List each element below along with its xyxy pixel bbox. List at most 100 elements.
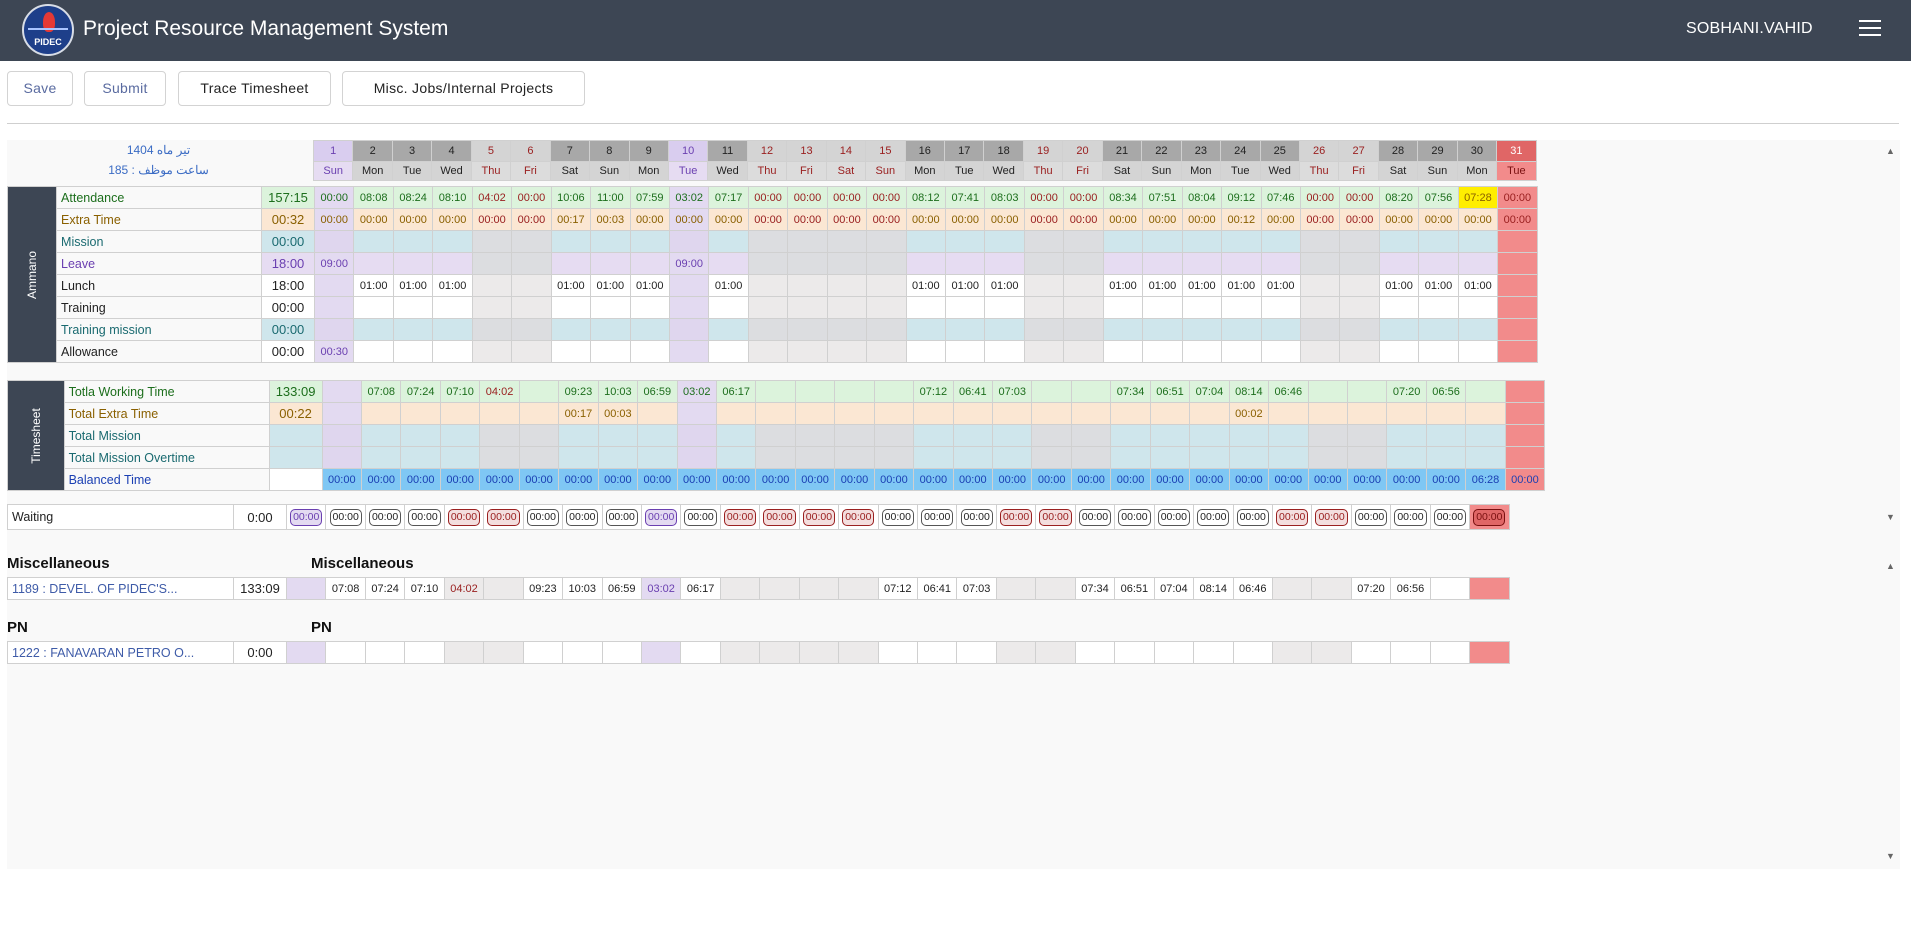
- day-cell[interactable]: [392, 252, 434, 275]
- waiting-cell[interactable]: 00:00: [601, 504, 642, 530]
- day-cell[interactable]: 01:00: [945, 274, 986, 297]
- waiting-cell[interactable]: 00:00: [483, 504, 524, 530]
- project-day-cell[interactable]: [1114, 641, 1155, 664]
- day-cell[interactable]: 01:00: [1378, 274, 1420, 297]
- project-day-cell[interactable]: 07:20: [1350, 577, 1392, 600]
- day-cell[interactable]: [590, 340, 631, 363]
- day-cell[interactable]: [439, 446, 481, 469]
- day-cell[interactable]: 01:00: [1457, 274, 1499, 297]
- day-cell[interactable]: [945, 340, 986, 363]
- day-cell[interactable]: [1268, 446, 1309, 469]
- day-cell[interactable]: 00:00: [873, 468, 915, 491]
- misc-jobs-button[interactable]: Misc. Jobs/Internal Projects: [342, 71, 585, 106]
- day-cell[interactable]: 01:00: [1102, 274, 1144, 297]
- waiting-cell[interactable]: 00:00: [1153, 504, 1195, 530]
- day-cell[interactable]: 00:00: [1142, 208, 1183, 231]
- day-cell[interactable]: [479, 446, 520, 469]
- day-cell[interactable]: [1149, 402, 1191, 425]
- day-cell[interactable]: [1023, 340, 1065, 363]
- day-cell[interactable]: [471, 230, 513, 253]
- scroll-up-icon[interactable]: ▲: [1886, 561, 1895, 571]
- day-cell[interactable]: 00:00: [1418, 208, 1459, 231]
- day-cell[interactable]: [866, 230, 907, 253]
- day-cell[interactable]: [629, 230, 670, 253]
- day-cell[interactable]: [1149, 424, 1191, 447]
- day-cell[interactable]: [314, 296, 355, 319]
- day-cell[interactable]: [1378, 230, 1420, 253]
- day-cell[interactable]: [479, 402, 520, 425]
- day-cell[interactable]: 00:00: [984, 208, 1025, 231]
- day-cell[interactable]: 00:00: [1386, 468, 1427, 491]
- day-cell[interactable]: [1189, 446, 1230, 469]
- waiting-cell[interactable]: 00:00: [1232, 504, 1273, 530]
- day-cell[interactable]: [432, 296, 473, 319]
- project-day-cell[interactable]: [759, 641, 800, 664]
- day-cell[interactable]: [1031, 380, 1072, 403]
- day-cell[interactable]: [1260, 230, 1301, 253]
- project-day-cell[interactable]: 06:56: [1390, 577, 1431, 600]
- day-cell[interactable]: [1425, 424, 1467, 447]
- project-day-cell[interactable]: [601, 641, 642, 664]
- day-cell[interactable]: [558, 424, 599, 447]
- day-cell[interactable]: 00:00: [1181, 208, 1223, 231]
- day-cell[interactable]: [518, 402, 560, 425]
- day-cell[interactable]: [518, 424, 560, 447]
- day-cell[interactable]: 00:00: [905, 208, 947, 231]
- day-cell[interactable]: 00:00: [1070, 468, 1112, 491]
- project-day-cell[interactable]: 07:04: [1153, 577, 1195, 600]
- day-cell[interactable]: [353, 318, 394, 341]
- project-day-cell[interactable]: 07:08: [325, 577, 366, 600]
- day-cell[interactable]: [1070, 424, 1112, 447]
- day-cell[interactable]: 01:00: [550, 274, 592, 297]
- user-name[interactable]: SOBHANI.VAHID: [1686, 20, 1813, 38]
- day-cell[interactable]: [1465, 446, 1506, 469]
- day-cell[interactable]: [747, 230, 789, 253]
- day-cell[interactable]: [1418, 230, 1459, 253]
- day-cell[interactable]: [1465, 380, 1506, 403]
- day-cell[interactable]: [1346, 402, 1388, 425]
- day-cell[interactable]: [518, 446, 560, 469]
- day-cell[interactable]: [708, 318, 749, 341]
- project-day-cell[interactable]: 06:46: [1232, 577, 1273, 600]
- day-cell[interactable]: 00:03: [590, 208, 631, 231]
- day-cell[interactable]: 01:00: [392, 274, 434, 297]
- day-cell[interactable]: [629, 252, 670, 275]
- day-cell[interactable]: [794, 402, 836, 425]
- day-cell[interactable]: [826, 230, 868, 253]
- day-cell[interactable]: [392, 340, 434, 363]
- day-cell[interactable]: [471, 252, 513, 275]
- day-cell[interactable]: [1063, 252, 1104, 275]
- waiting-cell[interactable]: 00:00: [522, 504, 564, 530]
- day-cell[interactable]: 00:00: [511, 186, 552, 209]
- day-cell[interactable]: [392, 318, 434, 341]
- day-cell[interactable]: [637, 446, 678, 469]
- day-cell[interactable]: [471, 340, 513, 363]
- day-cell[interactable]: [952, 446, 994, 469]
- project-day-cell[interactable]: [443, 641, 485, 664]
- day-cell[interactable]: [905, 318, 947, 341]
- day-cell[interactable]: [1497, 340, 1538, 363]
- day-cell[interactable]: [1023, 318, 1065, 341]
- day-cell[interactable]: [1142, 340, 1183, 363]
- day-cell[interactable]: [353, 340, 394, 363]
- waiting-cell[interactable]: 00:00: [995, 504, 1037, 530]
- day-cell[interactable]: [1268, 402, 1309, 425]
- day-cell[interactable]: [1307, 380, 1348, 403]
- day-cell[interactable]: 00:00: [945, 208, 986, 231]
- day-cell[interactable]: [708, 252, 749, 275]
- day-cell[interactable]: 10:03: [597, 380, 639, 403]
- day-cell[interactable]: [1386, 402, 1427, 425]
- day-cell[interactable]: [992, 446, 1033, 469]
- day-cell[interactable]: [826, 274, 868, 297]
- day-cell[interactable]: [1497, 318, 1538, 341]
- day-cell[interactable]: [1063, 296, 1104, 319]
- day-cell[interactable]: [708, 340, 749, 363]
- day-cell[interactable]: 06:17: [715, 380, 757, 403]
- day-cell[interactable]: [747, 340, 789, 363]
- day-cell[interactable]: [400, 446, 441, 469]
- day-cell[interactable]: 07:03: [992, 380, 1033, 403]
- day-cell[interactable]: 08:14: [1228, 380, 1270, 403]
- day-cell[interactable]: 00:00: [794, 468, 836, 491]
- project-day-cell[interactable]: [1350, 641, 1392, 664]
- day-cell[interactable]: [400, 402, 441, 425]
